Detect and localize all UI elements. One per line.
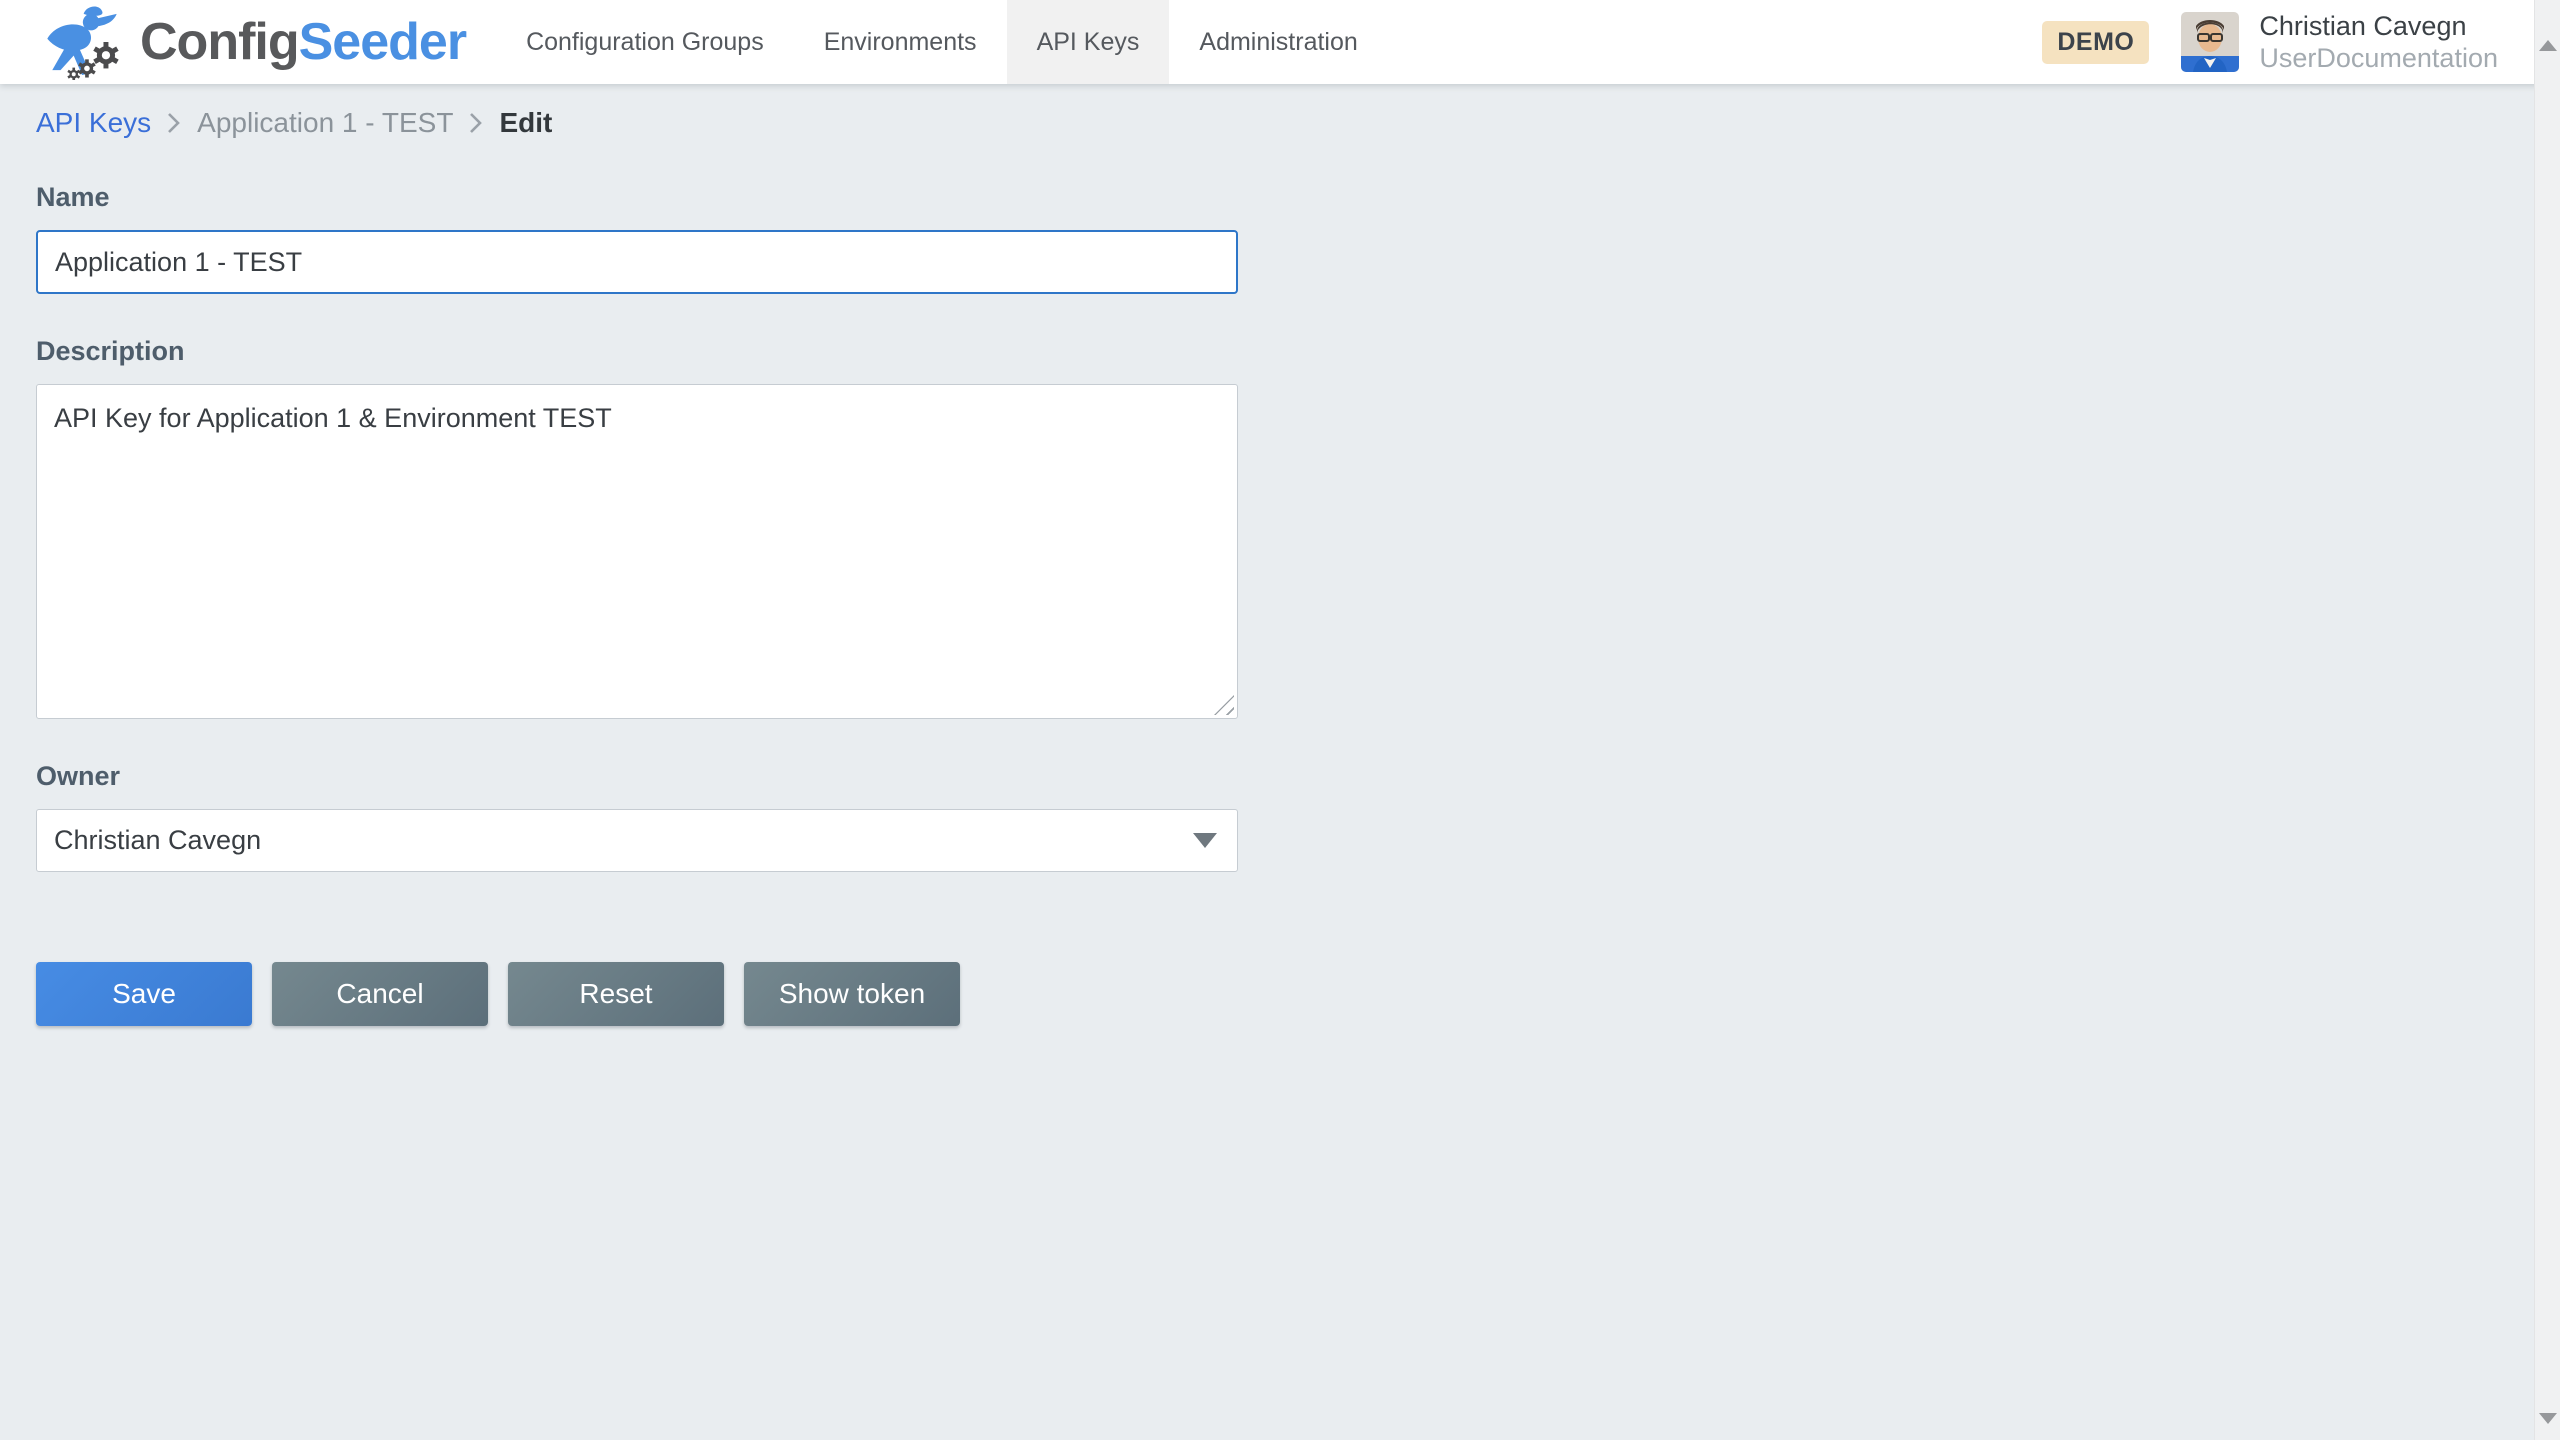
cancel-button[interactable]: Cancel [272,962,488,1026]
nav-item-administration[interactable]: Administration [1169,0,1387,84]
user-tenant: UserDocumentation [2259,42,2498,74]
owner-selected-value: Christian Cavegn [54,825,261,856]
user-text: Christian Cavegn UserDocumentation [2259,10,2498,75]
nav-item-api-keys[interactable]: API Keys [1007,0,1170,84]
name-label: Name [36,182,2560,213]
owner-select[interactable]: Christian Cavegn [36,809,1238,872]
breadcrumb-current-edit: Edit [499,107,552,139]
breadcrumb-item-application: Application 1 - TEST [197,107,453,139]
description-field-wrap: API Key for Application 1 & Environment … [36,384,1238,719]
chevron-right-icon [468,110,484,136]
reset-button[interactable]: Reset [508,962,724,1026]
nav-item-configuration-groups[interactable]: Configuration Groups [496,0,794,84]
owner-label: Owner [36,761,2560,792]
description-label: Description [36,336,2560,367]
nav-item-environments[interactable]: Environments [794,0,1007,84]
user-name: Christian Cavegn [2259,10,2498,42]
navbar-right: DEMO Christian Cavegn UserDocu [2042,0,2560,84]
form-actions: Save Cancel Reset Show token [36,962,2560,1026]
breadcrumb: API Keys Application 1 - TEST Edit [0,84,2560,140]
configseeder-logo-icon [40,4,124,80]
chevron-right-icon [166,110,182,136]
user-menu[interactable]: Christian Cavegn UserDocumentation [2181,10,2498,75]
top-navbar: ConfigSeeder Configuration Groups Enviro… [0,0,2560,84]
breadcrumb-link-api-keys[interactable]: API Keys [36,107,151,139]
caret-down-icon [1193,833,1217,848]
brand-logo[interactable]: ConfigSeeder [40,0,466,84]
scroll-up-arrow-icon[interactable] [2539,40,2557,51]
brand-wordmark: ConfigSeeder [140,12,466,72]
name-input[interactable] [36,230,1238,294]
edit-api-key-form: Name Description API Key for Application… [0,182,2560,1026]
demo-badge: DEMO [2042,21,2149,64]
brand-part2: Seeder [299,13,466,71]
scroll-down-arrow-icon[interactable] [2539,1413,2557,1424]
main-nav: Configuration Groups Environments API Ke… [496,0,1388,84]
vertical-scrollbar[interactable] [2534,0,2560,1440]
brand-part1: Config [140,13,299,71]
description-textarea[interactable]: API Key for Application 1 & Environment … [36,384,1238,719]
show-token-button[interactable]: Show token [744,962,960,1026]
save-button[interactable]: Save [36,962,252,1026]
avatar [2181,12,2239,72]
